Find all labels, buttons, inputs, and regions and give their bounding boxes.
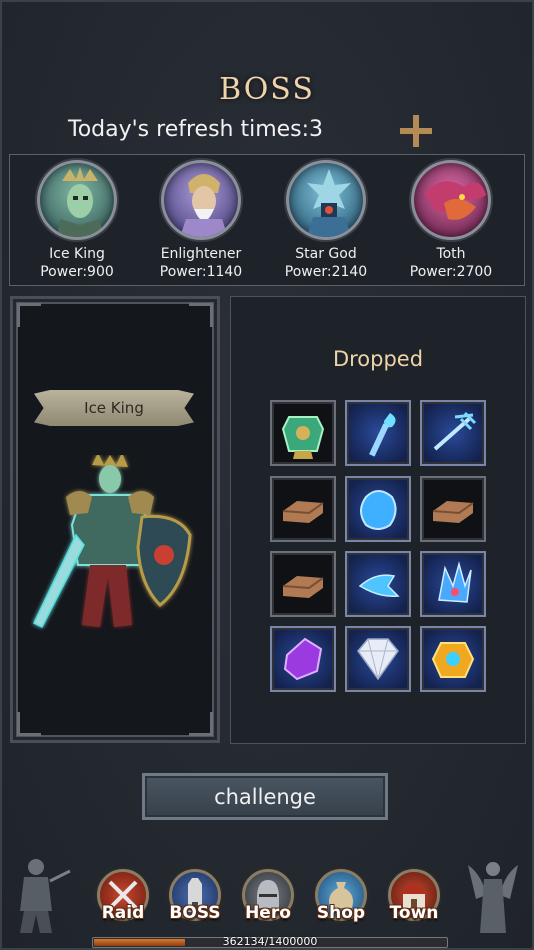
drop-slot-wood-plank[interactable] — [420, 476, 486, 542]
drop-slot-diamond[interactable] — [345, 626, 411, 692]
panel-corner-ornament — [17, 303, 41, 327]
drop-slot-purple-gem[interactable] — [270, 626, 336, 692]
wood-plank-icon — [282, 576, 324, 598]
boss-power: Power:2140 — [284, 264, 368, 280]
knight-statue-icon — [20, 859, 71, 933]
boss-name: Toth — [436, 246, 466, 262]
boss-card-toth[interactable]: Toth Power:2700 — [389, 160, 513, 281]
star-god-portrait-icon — [286, 160, 366, 240]
jade-armor-icon — [281, 416, 325, 459]
drop-slot-blue-crystal[interactable] — [345, 476, 411, 542]
wood-plank-icon — [432, 501, 474, 523]
boss-card-ice-king[interactable]: Ice King Power:900 — [15, 160, 139, 281]
boss-name: Star God — [295, 246, 357, 262]
boss-card-star-god[interactable]: Star God Power:2140 — [264, 160, 388, 281]
panel-corner-ornament — [189, 712, 213, 736]
plus-icon[interactable] — [400, 115, 432, 147]
blue-crystal-icon — [360, 490, 397, 530]
panel-corner-ornament — [17, 712, 41, 736]
drop-slot-wood-plank[interactable] — [270, 476, 336, 542]
panel-corner-ornament — [189, 303, 213, 327]
dropped-title: Dropped — [332, 347, 424, 371]
boss-name: Ice King — [49, 246, 105, 262]
progress-text: 362134/1400000 — [222, 935, 318, 948]
nav-label: Hero — [245, 903, 291, 923]
drop-slot-blue-trident[interactable] — [420, 400, 486, 466]
nav-label: Town — [389, 903, 439, 923]
wood-plank-icon — [282, 501, 324, 523]
challenge-button[interactable]: challenge — [142, 773, 388, 820]
drop-slot-blue-axe[interactable] — [345, 551, 411, 617]
boss-list: Ice King Power:900 Enlightener Power:114… — [9, 154, 525, 286]
blue-axe-icon — [358, 574, 400, 598]
page-title: BOSS — [219, 72, 315, 107]
experience-progress-bar: 362134/1400000 — [92, 935, 448, 948]
toth-portrait-icon — [411, 160, 491, 240]
ice-king-portrait-icon — [37, 160, 117, 240]
gold-amulet-icon — [431, 642, 475, 678]
drop-slot-wood-plank[interactable] — [270, 551, 336, 617]
boss-card-enlightener[interactable]: Enlightener Power:1140 — [139, 160, 263, 281]
drop-slot-gold-amulet[interactable] — [420, 626, 486, 692]
blue-staff-icon — [369, 413, 396, 457]
nav-shop-button[interactable]: Shop — [313, 869, 369, 929]
boss-power: Power:2700 — [409, 264, 493, 280]
boss-name: Enlightener — [160, 246, 242, 262]
drop-slot-blue-staff[interactable] — [345, 400, 411, 466]
nav-label: Raid — [101, 903, 145, 923]
blue-claw-icon — [438, 561, 472, 603]
nav-hero-button[interactable]: Hero — [240, 869, 296, 929]
boss-power: Power:1140 — [159, 264, 243, 280]
selected-boss-name: Ice King — [34, 390, 194, 426]
purple-gem-icon — [283, 637, 323, 681]
boss-power: Power:900 — [40, 264, 114, 280]
nav-label: BOSS — [169, 903, 221, 923]
ice-king-figure-icon — [33, 455, 192, 629]
blue-trident-icon — [433, 411, 477, 451]
diamond-icon — [357, 638, 399, 681]
nav-raid-button[interactable]: Raid — [95, 869, 151, 929]
drop-slot-jade-armor[interactable] — [270, 400, 336, 466]
nav-boss-button[interactable]: BOSS — [167, 869, 223, 929]
nav-label: Shop — [316, 903, 366, 923]
nav-town-button[interactable]: Town — [386, 869, 442, 929]
drop-slot-blue-claw[interactable] — [420, 551, 486, 617]
angel-statue-icon — [468, 862, 518, 933]
refresh-times-label: Today's refresh times:3 — [68, 117, 324, 142]
enlightener-portrait-icon — [161, 160, 241, 240]
